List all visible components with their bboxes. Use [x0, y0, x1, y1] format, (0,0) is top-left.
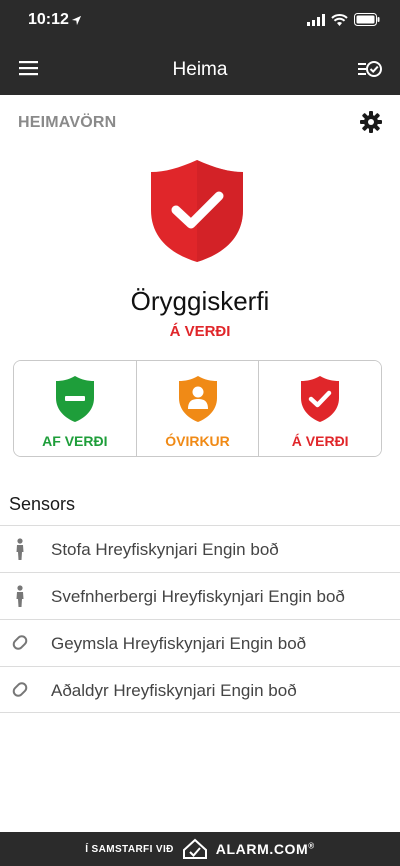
system-state: Á VERÐI [169, 323, 231, 340]
arm-mode-selector: AF VERÐI ÓVIRKUR Á VERÐI [13, 360, 382, 457]
nav-bar: Heima [0, 42, 400, 95]
section-label: HEIMAVÖRN [18, 114, 117, 131]
arm-away-label: Á VERÐI [291, 433, 349, 449]
page-title: Heima [172, 59, 228, 80]
disarm-label: AF VERÐI [42, 433, 108, 449]
gear-icon [360, 111, 382, 133]
sensor-row[interactable]: Svefnherbergi Hreyfiskynjari Engin boð [0, 572, 400, 619]
arm-away-button[interactable]: Á VERÐI [258, 361, 381, 456]
list-check-icon [358, 61, 382, 77]
shield-minus-icon [55, 376, 94, 422]
sensor-label: Geymsla Hreyfiskynjari Engin boð [51, 634, 307, 653]
settings-button[interactable] [360, 111, 382, 133]
alarm-house-logo-icon [182, 838, 207, 859]
stay-label: ÓVIRKUR [165, 433, 230, 449]
disarm-button[interactable]: AF VERÐI [14, 361, 136, 456]
sensor-label: Stofa Hreyfiskynjari Engin boð [51, 540, 279, 559]
footer: Í SAMSTARFI VIÐ ALARM.COM® [0, 832, 400, 866]
shield-check-icon [301, 376, 340, 422]
sensors-heading: Sensors [9, 494, 76, 514]
stay-button[interactable]: ÓVIRKUR [135, 361, 259, 456]
checklist-button[interactable] [357, 57, 383, 81]
status-bar: 10:12 [0, 0, 400, 42]
pill-icon [12, 682, 28, 697]
sensor-label: Svefnherbergi Hreyfiskynjari Engin boð [51, 587, 345, 606]
wifi-icon [331, 13, 348, 26]
sensor-label: Aðaldyr Hreyfiskynjari Engin boð [51, 681, 297, 700]
person-icon [16, 585, 24, 607]
sensor-row[interactable]: Stofa Hreyfiskynjari Engin boð [0, 525, 400, 572]
battery-icon [354, 13, 380, 26]
brand-name: ALARM.COM® [215, 841, 315, 857]
system-name: Öryggiskerfi [130, 286, 270, 316]
sensor-list: Stofa Hreyfiskynjari Engin boð Svefnherb… [0, 525, 400, 713]
location-arrow-icon [71, 13, 82, 31]
person-icon [16, 538, 24, 560]
pill-icon [12, 635, 28, 650]
sensor-row[interactable]: Aðaldyr Hreyfiskynjari Engin boð [0, 666, 400, 713]
status-icons [307, 13, 380, 26]
section-header: HEIMAVÖRN [0, 96, 400, 146]
sensor-row[interactable]: Geymsla Hreyfiskynjari Engin boð [0, 619, 400, 666]
partner-text: Í SAMSTARFI VIÐ [85, 843, 174, 855]
shield-person-icon [178, 376, 217, 422]
status-time: 10:12 [28, 11, 69, 28]
armed-shield-icon [151, 160, 243, 262]
signal-icon [307, 13, 325, 26]
